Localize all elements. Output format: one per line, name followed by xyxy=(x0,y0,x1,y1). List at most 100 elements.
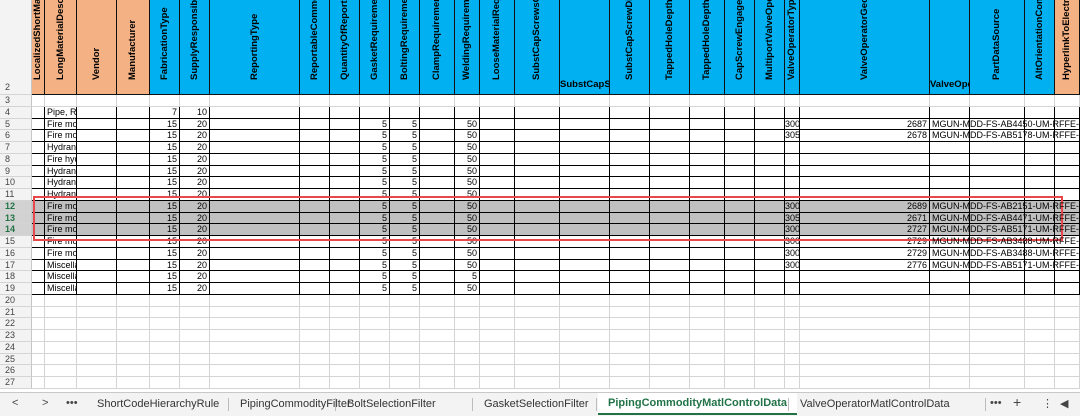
table-cell[interactable] xyxy=(650,153,690,166)
table-cell[interactable] xyxy=(117,247,150,260)
row-header[interactable]: 4 xyxy=(0,106,32,119)
table-cell[interactable] xyxy=(77,153,117,166)
more-sheets-right-icon[interactable]: ••• xyxy=(990,397,1002,409)
column-header[interactable]: TappedHoleDepth2 xyxy=(690,0,725,95)
table-cell[interactable] xyxy=(725,330,755,342)
table-cell[interactable] xyxy=(32,200,45,213)
table-cell[interactable] xyxy=(420,377,455,389)
row-header[interactable]: 7 xyxy=(0,142,32,154)
table-cell[interactable] xyxy=(300,283,330,295)
table-cell[interactable]: 5 xyxy=(360,271,390,283)
table-cell[interactable] xyxy=(480,236,515,248)
table-cell[interactable] xyxy=(117,341,150,354)
table-cell[interactable]: MGUN-MDD-FS-AB4471-UM-RFFE-250-US-FMNMSE… xyxy=(930,212,1080,225)
table-cell[interactable] xyxy=(755,365,785,377)
table-cell[interactable] xyxy=(930,306,970,319)
table-cell[interactable]: 2729 xyxy=(800,247,930,260)
table-cell[interactable] xyxy=(300,200,330,213)
table-cell[interactable] xyxy=(330,330,360,342)
row-header[interactable]: 27 xyxy=(0,377,32,389)
table-cell[interactable] xyxy=(210,153,300,166)
table-cell[interactable] xyxy=(420,247,455,260)
table-cell[interactable] xyxy=(800,377,930,389)
row-header[interactable]: 8 xyxy=(0,153,32,166)
table-cell[interactable] xyxy=(455,365,480,377)
table-cell[interactable]: 20 xyxy=(180,247,210,260)
table-cell[interactable] xyxy=(800,142,930,154)
table-cell[interactable] xyxy=(1025,165,1055,178)
table-cell[interactable] xyxy=(77,283,117,295)
table-cell[interactable] xyxy=(725,294,755,307)
table-cell[interactable] xyxy=(300,236,330,248)
table-cell[interactable] xyxy=(1025,306,1055,319)
row-header[interactable]: 17 xyxy=(0,259,32,272)
table-cell[interactable] xyxy=(390,106,420,119)
table-cell[interactable] xyxy=(1055,177,1080,189)
table-cell[interactable]: 15 xyxy=(150,283,180,295)
table-cell[interactable] xyxy=(77,130,117,142)
column-header[interactable]: Vendor xyxy=(77,0,117,95)
table-cell[interactable] xyxy=(800,294,930,307)
table-cell[interactable] xyxy=(1025,153,1055,166)
table-cell[interactable] xyxy=(560,189,610,201)
table-cell[interactable] xyxy=(930,106,970,119)
table-cell[interactable] xyxy=(77,177,117,189)
table-cell[interactable] xyxy=(330,283,360,295)
table-cell[interactable] xyxy=(455,353,480,366)
table-cell[interactable] xyxy=(330,318,360,330)
table-cell[interactable] xyxy=(1055,377,1080,389)
table-cell[interactable]: 20 xyxy=(180,224,210,236)
table-cell[interactable] xyxy=(330,365,360,377)
table-cell[interactable] xyxy=(330,130,360,142)
table-cell[interactable] xyxy=(560,353,610,366)
table-cell[interactable] xyxy=(480,294,515,307)
table-cell[interactable] xyxy=(610,247,650,260)
table-cell[interactable] xyxy=(610,318,650,330)
table-cell[interactable]: 5 xyxy=(390,212,420,225)
table-cell[interactable] xyxy=(785,95,800,107)
table-cell[interactable] xyxy=(180,353,210,366)
table-cell[interactable]: 50 xyxy=(455,212,480,225)
table-cell[interactable] xyxy=(560,142,610,154)
table-cell[interactable] xyxy=(330,106,360,119)
table-cell[interactable]: 50 xyxy=(455,130,480,142)
table-cell[interactable] xyxy=(32,306,45,319)
table-cell[interactable]: 10 xyxy=(180,106,210,119)
table-cell[interactable] xyxy=(930,353,970,366)
table-cell[interactable] xyxy=(150,377,180,389)
sheet-tab[interactable]: BoltSelectionFilter xyxy=(337,394,446,415)
table-cell[interactable] xyxy=(420,224,455,236)
table-cell[interactable] xyxy=(330,224,360,236)
table-cell[interactable] xyxy=(515,153,560,166)
table-cell[interactable] xyxy=(300,118,330,131)
table-cell[interactable] xyxy=(650,271,690,283)
table-cell[interactable] xyxy=(117,236,150,248)
table-cell[interactable] xyxy=(1055,330,1080,342)
table-cell[interactable] xyxy=(560,177,610,189)
table-cell[interactable] xyxy=(1055,306,1080,319)
table-cell[interactable] xyxy=(480,189,515,201)
table-cell[interactable] xyxy=(650,318,690,330)
table-cell[interactable] xyxy=(725,259,755,272)
table-cell[interactable] xyxy=(610,153,650,166)
table-cell[interactable] xyxy=(117,142,150,154)
table-cell[interactable] xyxy=(180,377,210,389)
table-cell[interactable] xyxy=(1025,353,1055,366)
table-cell[interactable] xyxy=(300,165,330,178)
table-cell[interactable] xyxy=(390,294,420,307)
table-cell[interactable]: 7 xyxy=(150,106,180,119)
table-cell[interactable] xyxy=(970,283,1025,295)
table-cell[interactable] xyxy=(800,365,930,377)
column-header[interactable]: FabricationType xyxy=(150,0,180,95)
table-cell[interactable] xyxy=(1055,318,1080,330)
table-cell[interactable] xyxy=(690,294,725,307)
table-cell[interactable] xyxy=(690,106,725,119)
table-cell[interactable]: 5 xyxy=(360,130,390,142)
table-cell[interactable] xyxy=(930,189,970,201)
table-cell[interactable] xyxy=(480,330,515,342)
table-cell[interactable] xyxy=(330,247,360,260)
table-cell[interactable] xyxy=(785,330,800,342)
table-cell[interactable] xyxy=(755,106,785,119)
row-header[interactable]: 3 xyxy=(0,95,32,107)
table-cell[interactable] xyxy=(480,165,515,178)
